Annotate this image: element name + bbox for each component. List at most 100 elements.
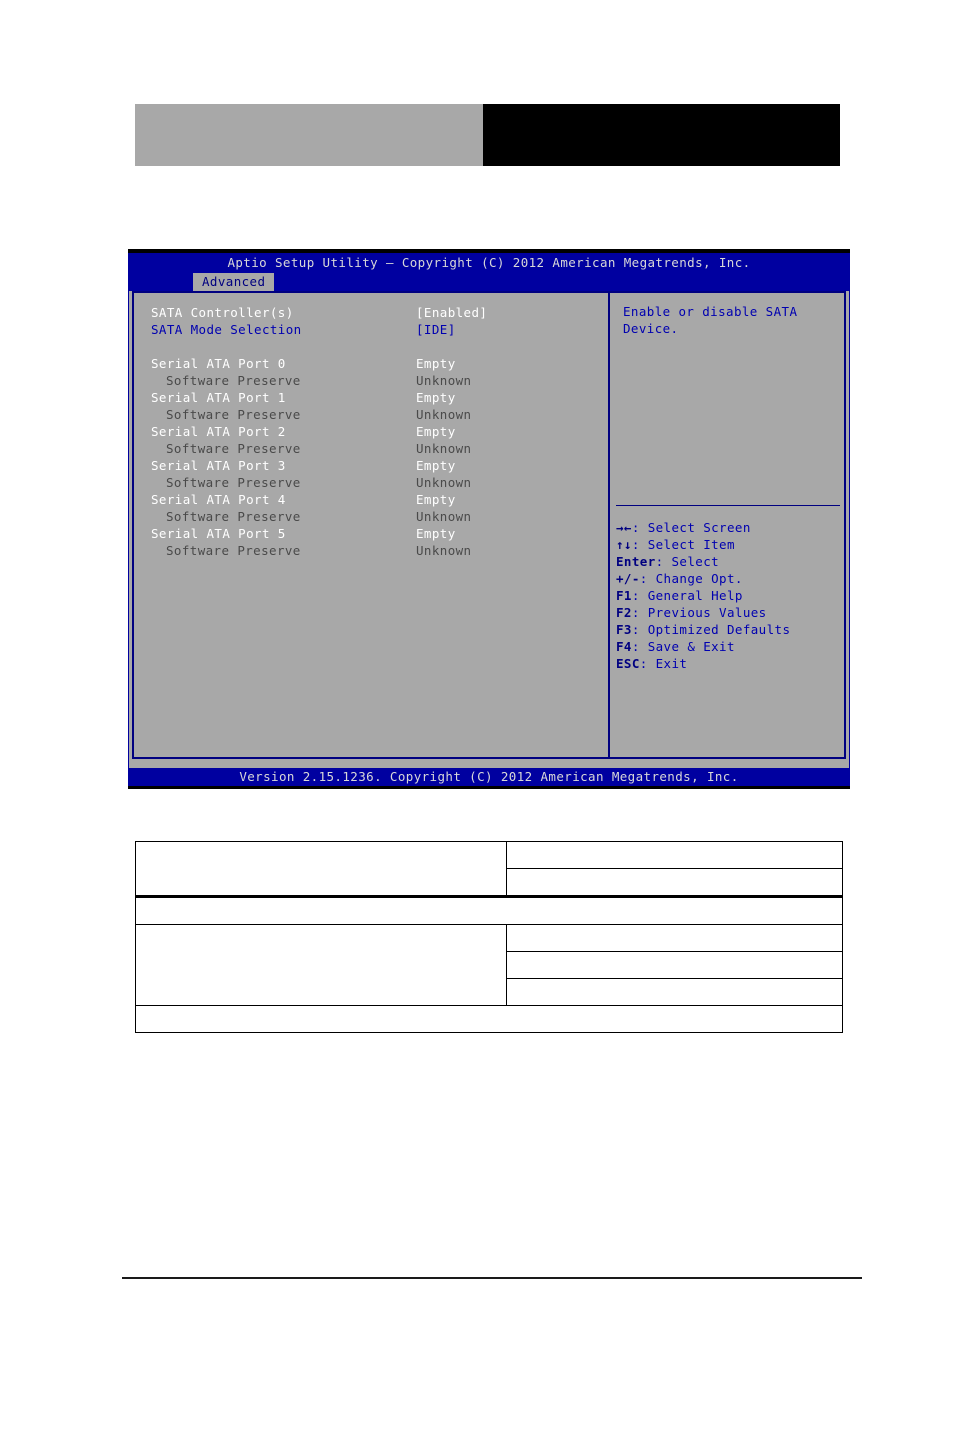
- nav-key-label: : Select Screen: [631, 520, 751, 535]
- setting-value: Empty: [416, 424, 456, 439]
- nav-key-row: ↑↓: Select Item: [616, 536, 841, 553]
- settings-list: SATA Controller(s) [Enabled] SATA Mode Sel…: [151, 304, 601, 559]
- esc-key-icon: ESC: [616, 656, 640, 671]
- setting-label: Software Preserve: [166, 373, 301, 388]
- arrow-up-down-icon: ↑↓: [616, 537, 632, 552]
- setting-row[interactable]: Serial ATA Port 2 Empty: [151, 423, 601, 440]
- page-header-blocks: [135, 104, 840, 166]
- nav-key-label: : Select: [655, 554, 720, 569]
- nav-key-row: F1: General Help: [616, 587, 841, 604]
- nav-key-label: : Exit: [639, 656, 688, 671]
- table-cell-full: [135, 896, 843, 925]
- setting-value: [Enabled]: [416, 305, 488, 320]
- table-cell-label: [135, 841, 507, 898]
- arrow-left-right-icon: →←: [616, 520, 632, 535]
- table-row: [135, 896, 843, 925]
- nav-key-label: : Previous Values: [631, 605, 767, 620]
- table-row: [135, 924, 843, 1006]
- setting-row[interactable]: Software Preserve Unknown: [151, 440, 601, 457]
- setting-row[interactable]: SATA Controller(s) [Enabled]: [151, 304, 601, 321]
- setting-label: Software Preserve: [166, 407, 301, 422]
- tab-advanced[interactable]: Advanced: [193, 273, 275, 291]
- header-block-black: [483, 104, 840, 166]
- nav-key-row: F2: Previous Values: [616, 604, 841, 621]
- setting-value: Empty: [416, 526, 456, 541]
- f1-key-icon: F1: [616, 588, 632, 603]
- bios-body: SATA Controller(s) [Enabled] SATA Mode Sel…: [129, 291, 849, 768]
- setting-row[interactable]: Serial ATA Port 5 Empty: [151, 525, 601, 542]
- setting-value: Unknown: [416, 373, 472, 388]
- setting-value: Empty: [416, 492, 456, 507]
- table-row: [135, 841, 843, 898]
- setting-value: Empty: [416, 458, 456, 473]
- setting-label: Serial ATA Port 1: [151, 390, 286, 405]
- bios-title-bar: Aptio Setup Utility – Copyright (C) 2012…: [227, 255, 751, 270]
- table-cell-value: [506, 951, 843, 979]
- bios-version-footer: Version 2.15.1236. Copyright (C) 2012 Am…: [128, 768, 850, 786]
- help-text: Enable or disable SATA Device.: [623, 304, 798, 336]
- nav-key-row: +/-: Change Opt.: [616, 570, 841, 587]
- bios-bottom-strip: [128, 786, 850, 789]
- setting-row[interactable]: Software Preserve Unknown: [151, 542, 601, 559]
- table-cell-full: [135, 1005, 843, 1033]
- table-cell-value: [506, 868, 843, 898]
- setting-label: SATA Controller(s): [151, 305, 294, 320]
- header-block-grey: [135, 104, 483, 166]
- table-cell-value: [506, 978, 843, 1006]
- nav-key-label: : Change Opt.: [639, 571, 743, 586]
- nav-key-row: Enter: Select: [616, 553, 841, 570]
- enter-key-icon: Enter: [616, 554, 656, 569]
- setting-label: Software Preserve: [166, 509, 301, 524]
- setting-row[interactable]: Software Preserve Unknown: [151, 508, 601, 525]
- f2-key-icon: F2: [616, 605, 632, 620]
- setting-value: Empty: [416, 356, 456, 371]
- bios-tab-bar: Advanced: [128, 273, 850, 291]
- table-row: [135, 1005, 843, 1033]
- nav-key-label: : Optimized Defaults: [631, 622, 791, 637]
- setting-row[interactable]: Software Preserve Unknown: [151, 406, 601, 423]
- nav-key-label: : Select Item: [631, 537, 735, 552]
- setting-row[interactable]: Serial ATA Port 1 Empty: [151, 389, 601, 406]
- setting-label: Software Preserve: [166, 441, 301, 456]
- setting-row[interactable]: Serial ATA Port 0 Empty: [151, 355, 601, 372]
- setting-value: Unknown: [416, 475, 472, 490]
- setting-row[interactable]: Serial ATA Port 4 Empty: [151, 491, 601, 508]
- help-divider: [616, 505, 840, 506]
- setting-label: Serial ATA Port 5: [151, 526, 286, 541]
- setting-label: Serial ATA Port 4: [151, 492, 286, 507]
- setting-label: Serial ATA Port 3: [151, 458, 286, 473]
- setting-label: Serial ATA Port 0: [151, 356, 286, 371]
- table-cell-label: [135, 924, 507, 1006]
- setting-label: SATA Mode Selection: [151, 322, 302, 337]
- settings-panel: SATA Controller(s) [Enabled] SATA Mode Sel…: [132, 291, 610, 759]
- nav-key-label: : Save & Exit: [631, 639, 735, 654]
- setting-row[interactable]: Serial ATA Port 3 Empty: [151, 457, 601, 474]
- nav-key-row: F4: Save & Exit: [616, 638, 841, 655]
- setting-value: Empty: [416, 390, 456, 405]
- bios-setup-screen: Aptio Setup Utility – Copyright (C) 2012…: [128, 249, 850, 789]
- nav-key-row: F3: Optimized Defaults: [616, 621, 841, 638]
- setting-value: [IDE]: [416, 322, 456, 337]
- table-cell-value: [506, 924, 843, 952]
- setting-label: Serial ATA Port 2: [151, 424, 286, 439]
- navigation-keys-list: →←: Select Screen ↑↓: Select Item Enter: S…: [616, 519, 841, 672]
- spec-table: [135, 841, 843, 1033]
- setting-value: Unknown: [416, 407, 472, 422]
- spec-table-body: [135, 841, 843, 1033]
- setting-value: Unknown: [416, 543, 472, 558]
- setting-row[interactable]: Software Preserve Unknown: [151, 372, 601, 389]
- footer-rule: [122, 1277, 862, 1279]
- setting-label: Software Preserve: [166, 475, 301, 490]
- f3-key-icon: F3: [616, 622, 632, 637]
- f4-key-icon: F4: [616, 639, 632, 654]
- table-cell-value: [506, 841, 843, 869]
- help-panel: Enable or disable SATA Device. →←: Selec…: [608, 291, 846, 759]
- plus-minus-icon: +/-: [616, 571, 640, 586]
- settings-spacer: [151, 338, 601, 355]
- setting-value: Unknown: [416, 441, 472, 456]
- setting-value: Unknown: [416, 509, 472, 524]
- nav-key-row: →←: Select Screen: [616, 519, 841, 536]
- setting-row[interactable]: Software Preserve Unknown: [151, 474, 601, 491]
- setting-row[interactable]: SATA Mode Selection [IDE]: [151, 321, 601, 338]
- setting-label: Software Preserve: [166, 543, 301, 558]
